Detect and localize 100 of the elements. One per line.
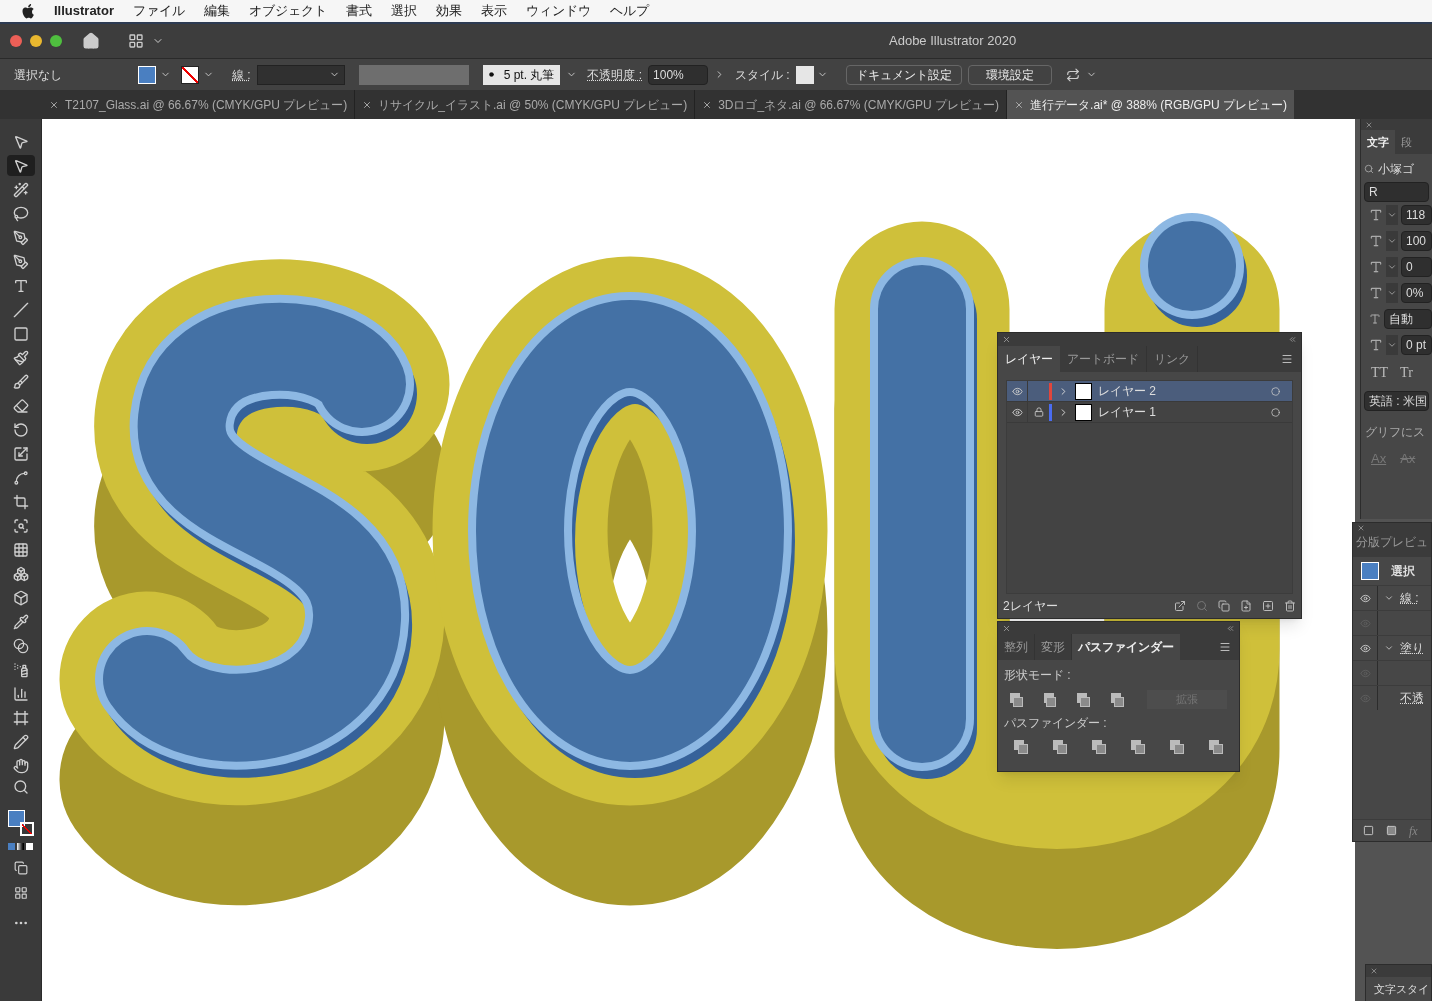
menu-item[interactable]: オブジェクト <box>248 1 327 21</box>
panel-menu-icon[interactable] <box>1219 641 1231 653</box>
layer-row[interactable]: レイヤー 1 <box>1007 402 1292 423</box>
new-stroke-icon[interactable] <box>1363 825 1374 836</box>
close-icon[interactable] <box>1365 120 1373 129</box>
aki-field[interactable]: 自動 <box>1384 309 1432 329</box>
baseline-field[interactable]: 0 pt <box>1401 335 1432 355</box>
font-family-field[interactable]: 小塚ゴ <box>1378 160 1414 178</box>
menu-item[interactable]: 書式 <box>345 1 372 21</box>
home-icon[interactable] <box>82 32 100 50</box>
caps-button[interactable]: TT <box>1371 362 1389 383</box>
tsume-field[interactable]: 0% <box>1401 283 1432 303</box>
stroke-color-dropdown[interactable] <box>181 65 214 84</box>
minimize-window-icon[interactable] <box>30 35 42 47</box>
font-style-field[interactable]: R <box>1364 182 1429 202</box>
close-icon[interactable] <box>1370 967 1378 975</box>
shape-mode-icon[interactable] <box>1111 692 1124 707</box>
panel-tab[interactable]: 整列 <box>998 634 1035 660</box>
pathfinder-icon[interactable] <box>1053 740 1067 754</box>
panel-tab[interactable]: レイヤー <box>998 346 1060 372</box>
workspace-icon[interactable] <box>128 33 144 49</box>
eye-icon[interactable] <box>1359 592 1371 604</box>
pathfinder-icon[interactable] <box>1014 740 1028 754</box>
panel-tab[interactable]: 文字 <box>1361 130 1395 154</box>
leading-icon[interactable] <box>1369 234 1383 248</box>
trash-icon[interactable] <box>1284 600 1296 612</box>
zoom-icon[interactable] <box>12 779 29 795</box>
settings-button[interactable]: ドキュメント設定 <box>845 64 962 85</box>
brush-dropdown[interactable]: 5 pt. 丸筆 <box>482 64 561 85</box>
pathfinder-icon[interactable] <box>1170 740 1184 754</box>
zoom-window-icon[interactable] <box>50 35 62 47</box>
close-window-icon[interactable] <box>10 35 22 47</box>
panel-tab[interactable]: アートボード <box>1060 346 1147 372</box>
settings-button[interactable]: 環境設定 <box>967 64 1052 85</box>
close-icon[interactable] <box>1002 335 1011 344</box>
language-dropdown[interactable]: 英語 : 米国 <box>1364 391 1429 411</box>
close-icon[interactable] <box>1002 623 1011 633</box>
draw-mode-icon[interactable] <box>13 861 28 875</box>
target-circle-icon[interactable] <box>1271 407 1280 417</box>
pathfinder-icon[interactable] <box>1209 740 1223 754</box>
close-icon[interactable] <box>702 99 713 110</box>
font-size-field[interactable]: 118 <box>1401 205 1432 225</box>
close-icon[interactable] <box>362 99 373 110</box>
close-icon[interactable] <box>1357 524 1365 532</box>
disclosure-caret-icon[interactable] <box>1384 593 1394 603</box>
menu-item[interactable]: 効果 <box>435 1 462 21</box>
baseline-shift-icon[interactable] <box>1369 338 1383 352</box>
stroke-weight-field[interactable] <box>256 64 345 85</box>
menu-item[interactable]: 選択 <box>390 1 417 21</box>
document-tab[interactable]: 進行データ.ai* @ 388% (RGB/GPU プレビュー) <box>1007 90 1294 119</box>
pathfinder-icon[interactable] <box>1131 740 1145 754</box>
panel-title: 分版プレビュ <box>1353 533 1431 557</box>
color-mode-icons[interactable] <box>8 843 33 850</box>
eye-icon[interactable] <box>1011 385 1023 397</box>
menu-item[interactable]: 表示 <box>480 1 507 21</box>
clipping-mask-icon[interactable] <box>1218 600 1230 612</box>
style-swatch-dropdown[interactable] <box>795 65 828 84</box>
shape-mode-icon[interactable] <box>1077 692 1091 707</box>
tracking-icon[interactable] <box>1369 260 1383 274</box>
brush-label: 5 pt. 丸筆 <box>503 66 555 84</box>
export-icon[interactable] <box>1174 600 1186 612</box>
font-size-icon[interactable] <box>1369 208 1383 222</box>
menu-item[interactable]: ファイル <box>132 1 185 21</box>
close-icon[interactable] <box>1014 99 1025 110</box>
panel-tab[interactable]: リンク <box>1147 346 1198 372</box>
section-label: 形状モード : <box>1003 667 1072 684</box>
pathfinder-icon[interactable] <box>1092 740 1106 754</box>
eye-icon[interactable] <box>1359 642 1371 654</box>
eye-icon[interactable] <box>1011 406 1023 418</box>
caps-button[interactable]: Tr <box>1400 362 1413 383</box>
menu-item[interactable]: ウィンドウ <box>525 1 591 21</box>
tracking-field[interactable]: 0 <box>1401 257 1432 277</box>
close-icon[interactable] <box>49 99 59 110</box>
disclosure-caret-icon[interactable] <box>1384 643 1394 653</box>
fill-color-dropdown[interactable] <box>138 65 171 84</box>
lock-icon[interactable] <box>1033 407 1044 417</box>
shape-mode-icon[interactable] <box>1010 692 1023 707</box>
opacity-field[interactable]: 100% <box>648 64 709 85</box>
menu-item[interactable]: 編集 <box>203 1 230 21</box>
new-sublayer-icon[interactable] <box>1240 600 1252 612</box>
panel-tab[interactable]: パスファインダー <box>1072 634 1180 660</box>
menu-item[interactable]: ヘルプ <box>609 1 649 21</box>
tsume-icon[interactable] <box>1369 286 1383 300</box>
app-menu[interactable]: Illustrator <box>54 1 114 21</box>
new-fill-icon[interactable] <box>1386 825 1397 836</box>
target-circle-icon[interactable] <box>1271 386 1280 396</box>
aki-icon[interactable] <box>1369 313 1381 325</box>
new-layer-icon[interactable] <box>1262 600 1274 612</box>
search-icon[interactable] <box>1364 164 1374 174</box>
shape-mode-icon[interactable] <box>1043 692 1057 707</box>
arrange-icon[interactable] <box>1065 67 1080 82</box>
fill-stroke-swatch[interactable] <box>7 810 34 836</box>
layer-row[interactable]: レイヤー 2 <box>1007 381 1292 402</box>
leading-field[interactable]: 100 <box>1401 231 1432 251</box>
screen-mode-icon[interactable] <box>13 886 28 900</box>
selection-status: 選択なし <box>14 66 63 84</box>
panel-menu-icon[interactable] <box>1281 353 1293 365</box>
brush-dot-icon <box>488 72 494 77</box>
panel-tab[interactable]: 段 <box>1395 130 1418 154</box>
apple-logo-icon[interactable] <box>22 3 35 19</box>
